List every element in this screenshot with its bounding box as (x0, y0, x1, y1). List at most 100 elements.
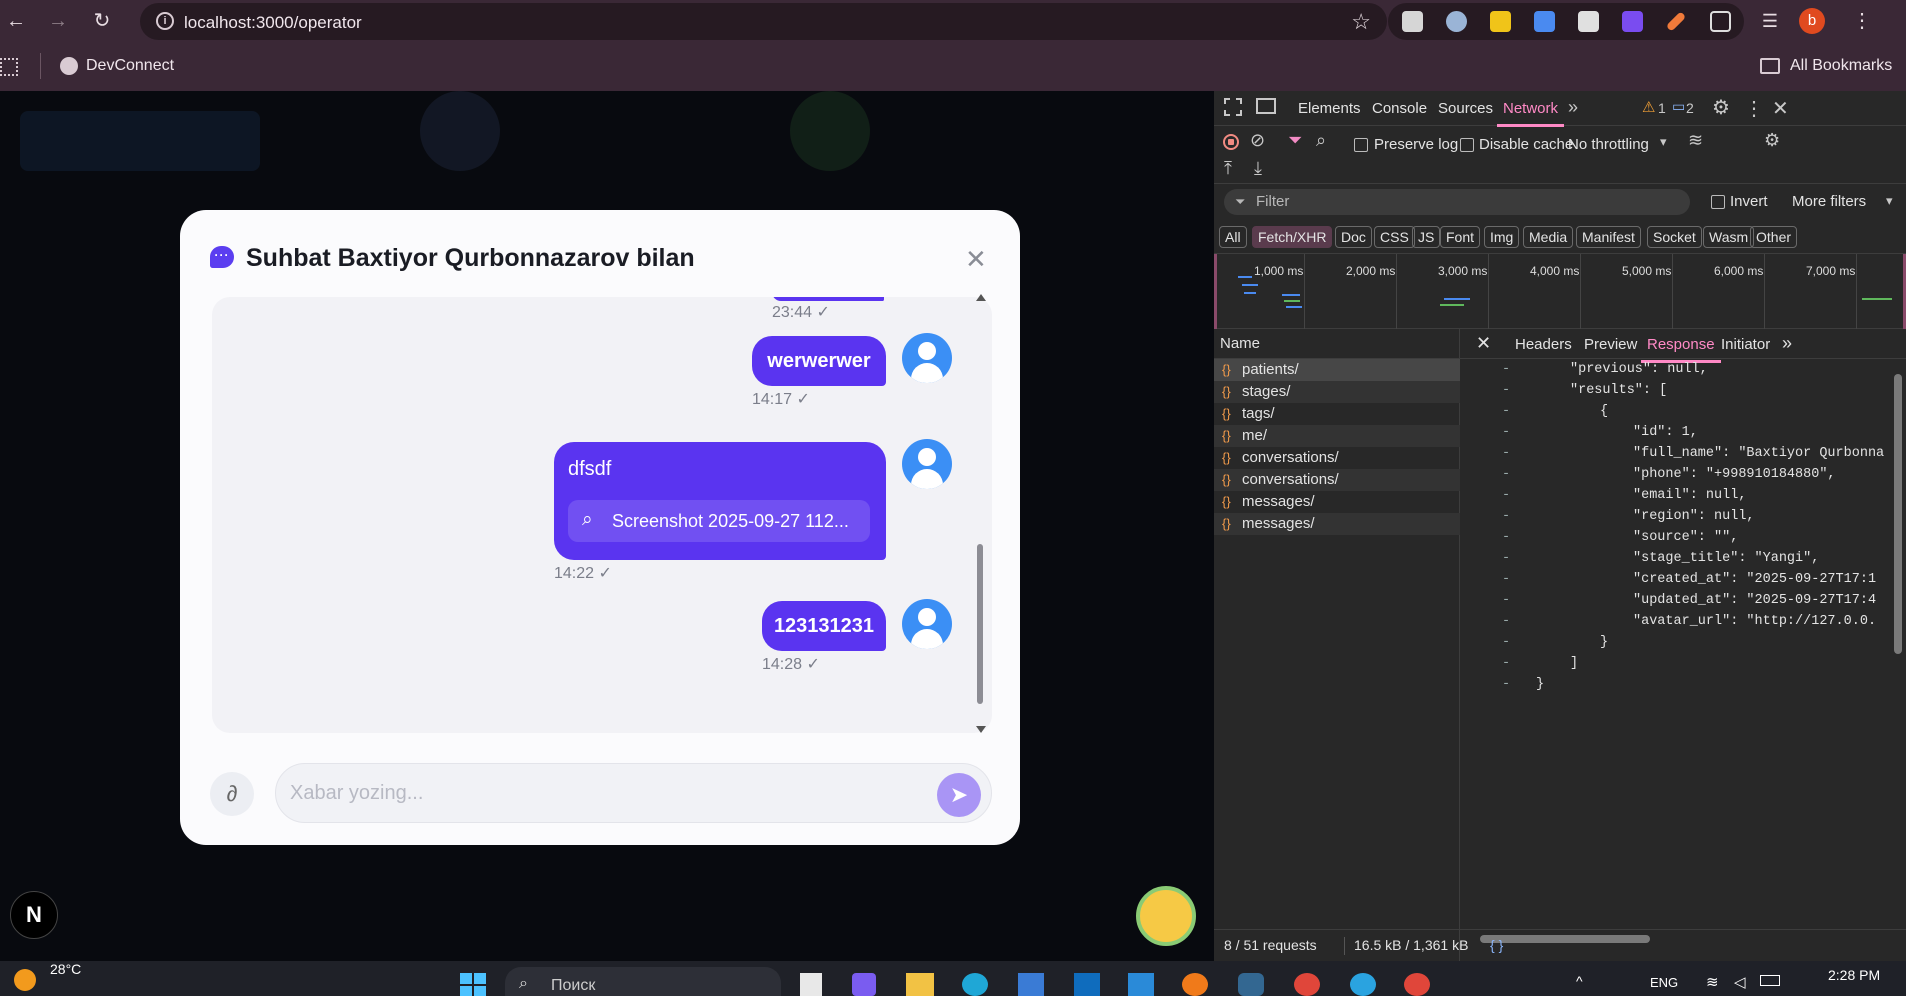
extension-icon[interactable] (1578, 11, 1599, 32)
scroll-up-icon[interactable] (976, 294, 986, 301)
firefox-icon[interactable] (1182, 973, 1208, 996)
type-filter-fetch-xhr[interactable]: Fetch/XHR (1252, 226, 1333, 248)
chevron-down-icon[interactable]: ▾ (1886, 193, 1893, 209)
taskbar-search[interactable]: ⌕ Поиск (505, 967, 781, 996)
network-conditions-icon[interactable]: ≋ (1688, 130, 1703, 151)
message-icon[interactable]: ▭ (1672, 98, 1685, 115)
extension-icon[interactable] (1490, 11, 1511, 32)
store-icon[interactable] (1018, 973, 1044, 996)
send-button[interactable]: ➤ (937, 773, 981, 817)
chrome-icon[interactable] (1294, 973, 1320, 996)
warning-icon[interactable]: ⚠ (1642, 98, 1655, 116)
input-language[interactable]: ENG (1650, 975, 1678, 990)
extensions-puzzle-icon[interactable] (1710, 11, 1731, 32)
back-icon[interactable]: ← (4, 9, 28, 33)
type-filter-font[interactable]: Font (1440, 226, 1481, 248)
request-row[interactable]: {} patients/ (1214, 359, 1460, 381)
import-har-icon[interactable]: ⤒ (1224, 158, 1232, 179)
tab-sources[interactable]: Sources (1438, 100, 1493, 117)
outlook-icon[interactable] (1074, 973, 1100, 996)
taskbar-app-icon[interactable] (800, 973, 822, 996)
attachment-chip[interactable]: ⌕ Screenshot 2025-09-27 112... (568, 500, 870, 542)
name-column-header[interactable]: Name (1214, 329, 1460, 359)
search-icon[interactable]: ⌕ (1316, 130, 1326, 151)
clear-icon[interactable]: ⊘ (1250, 130, 1265, 151)
request-row[interactable]: {} conversations/ (1214, 447, 1460, 469)
telegram-icon[interactable] (1350, 973, 1376, 996)
inspect-element-icon[interactable] (1224, 98, 1242, 116)
more-filters-button[interactable]: More filters (1792, 193, 1866, 210)
chrome-menu-icon[interactable]: ⋮ (1850, 9, 1874, 33)
scrollbar-thumb[interactable] (977, 544, 983, 704)
tray-chevron-icon[interactable]: ^ (1576, 973, 1583, 989)
clock[interactable]: 2:28 PM (1828, 967, 1880, 983)
timeline-handle-left[interactable] (1214, 254, 1217, 329)
windows-start-icon[interactable] (460, 973, 486, 996)
type-filter-css[interactable]: CSS (1374, 226, 1415, 248)
bookmark-star-icon[interactable]: ☆ (1351, 9, 1371, 35)
nextjs-badge[interactable]: N (10, 891, 58, 939)
message-list[interactable]: 23:44 ✓ werwerwer 14:17 ✓ dfsdf ⌕ Screen… (212, 297, 992, 733)
request-row[interactable]: {} stages/ (1214, 381, 1460, 403)
preserve-log-checkbox[interactable] (1354, 138, 1368, 152)
scroll-down-icon[interactable] (976, 726, 986, 733)
reading-list-icon[interactable]: ☰ (1758, 9, 1782, 33)
extension-icon[interactable] (1622, 11, 1643, 32)
close-devtools-icon[interactable]: ✕ (1772, 96, 1789, 121)
taskbar-app-icon[interactable] (852, 973, 876, 996)
export-har-icon[interactable]: ⤓ (1254, 158, 1262, 179)
extension-icon[interactable] (1534, 11, 1555, 32)
file-explorer-icon[interactable] (906, 973, 934, 996)
tab-initiator[interactable]: Initiator (1721, 336, 1770, 353)
profile-avatar[interactable]: b (1799, 8, 1825, 34)
floating-assistant-icon[interactable] (1136, 886, 1196, 946)
settings-gear-icon[interactable]: ⚙ (1712, 95, 1730, 120)
close-detail-icon[interactable]: ✕ (1476, 333, 1491, 354)
network-overview-timeline[interactable]: 1,000 ms 2,000 ms 3,000 ms 4,000 ms 5,00… (1214, 254, 1906, 329)
tab-network[interactable]: Network (1496, 100, 1565, 127)
request-row[interactable]: {} me/ (1214, 425, 1460, 447)
all-bookmarks[interactable]: All Bookmarks (1790, 57, 1892, 75)
close-icon[interactable]: ✕ (965, 244, 987, 275)
tab-response[interactable]: Response (1641, 336, 1721, 363)
pretty-print-icon[interactable]: { } (1490, 930, 1503, 960)
network-settings-icon[interactable]: ⚙ (1764, 130, 1780, 151)
invert-checkbox[interactable] (1711, 195, 1725, 209)
bookmark-devconnect[interactable]: DevConnect (86, 57, 174, 75)
attachment-name[interactable]: Screenshot 2025-09-27 112... (612, 511, 849, 532)
extension-icon[interactable] (1402, 11, 1423, 32)
chevron-down-icon[interactable]: ▾ (1660, 134, 1667, 150)
record-icon[interactable] (1223, 134, 1239, 150)
more-tabs-icon[interactable]: » (1568, 97, 1578, 118)
tab-headers[interactable]: Headers (1515, 336, 1572, 353)
message-scrollbar[interactable] (974, 294, 986, 738)
url-text[interactable]: localhost:3000/operator (184, 13, 362, 33)
type-filter-img[interactable]: Img (1484, 226, 1520, 248)
request-row[interactable]: {} conversations/ (1214, 469, 1460, 491)
vscode-icon[interactable] (1128, 973, 1154, 996)
attach-button[interactable]: ∂ (210, 772, 254, 816)
message-count[interactable]: 2 (1686, 100, 1694, 116)
wifi-icon[interactable]: ≋ (1706, 973, 1719, 991)
message-input[interactable] (290, 782, 890, 805)
request-row[interactable]: {} messages/ (1214, 491, 1460, 513)
address-bar[interactable]: i localhost:3000/operator ☆ (140, 3, 1387, 40)
vertical-scrollbar-thumb[interactable] (1894, 374, 1902, 654)
type-filter-manifest[interactable]: Manifest (1576, 226, 1641, 248)
device-toolbar-icon[interactable] (1256, 98, 1276, 114)
filter-input[interactable]: ⏷ Filter (1224, 189, 1690, 215)
filter-funnel-icon[interactable]: ⏷ (1288, 130, 1302, 151)
forward-icon[interactable]: → (46, 9, 70, 33)
chrome-icon[interactable] (1404, 973, 1430, 996)
reload-icon[interactable]: ↻ (90, 9, 114, 33)
request-row[interactable]: {} messages/ (1214, 513, 1460, 535)
volume-icon[interactable]: ◁ (1734, 973, 1746, 991)
battery-icon[interactable] (1760, 975, 1780, 986)
disable-cache-checkbox[interactable] (1460, 138, 1474, 152)
throttling-select[interactable]: No throttling (1568, 136, 1649, 153)
type-filter-doc[interactable]: Doc (1335, 226, 1372, 248)
tab-console[interactable]: Console (1372, 100, 1427, 117)
weather-icon[interactable] (14, 969, 36, 991)
postgres-icon[interactable] (1238, 973, 1264, 996)
tab-elements[interactable]: Elements (1298, 100, 1361, 117)
